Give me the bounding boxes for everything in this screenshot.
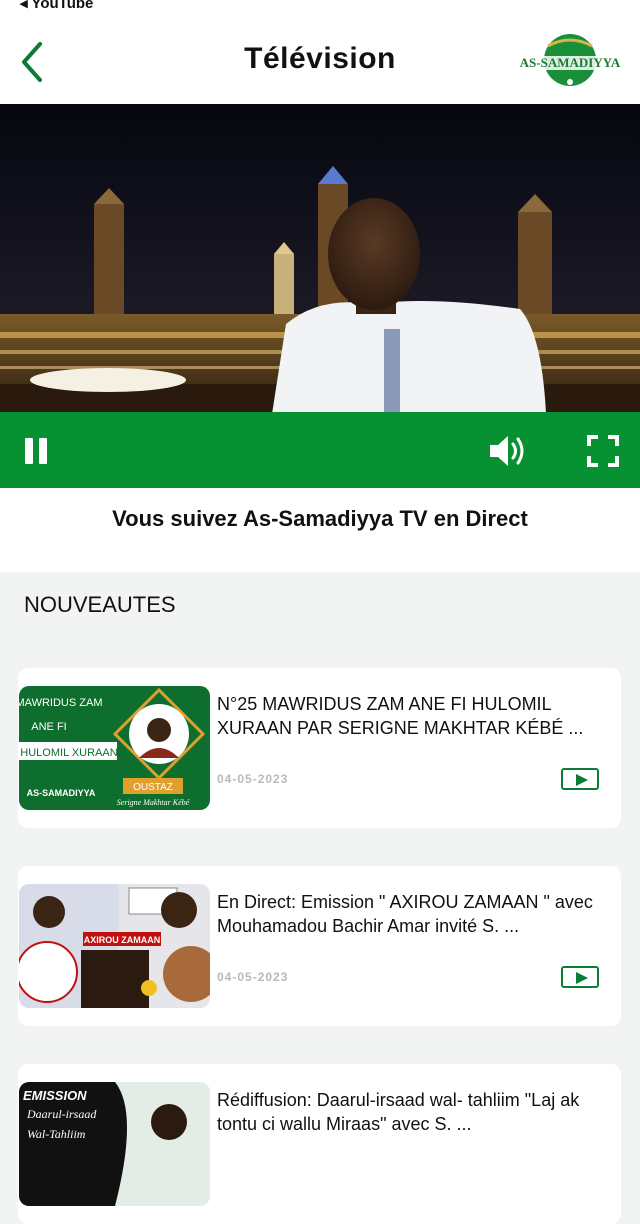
svg-text:AS-SAMADIYYA: AS-SAMADIYYA — [27, 788, 96, 798]
video-card[interactable]: EMISSION Daarul-irsaad Wal-Tahliim Rédif… — [18, 1064, 621, 1224]
svg-text:Serigne Makhtar Kébé: Serigne Makhtar Kébé — [117, 798, 190, 807]
play-button[interactable] — [561, 966, 599, 988]
play-icon — [576, 774, 588, 786]
app-header: Télévision AS-SAMADIYYA — [0, 14, 640, 104]
status-bar: ◂ YouTube — [0, 0, 640, 14]
video-player[interactable] — [0, 104, 640, 414]
video-date: 04-05-2023 — [217, 772, 289, 786]
video-card[interactable]: MAWRIDUS ZAM ANE FI HULOMIL XURAAN OUSTA… — [18, 668, 621, 828]
pause-icon — [25, 438, 47, 464]
svg-text:ANE FI: ANE FI — [31, 721, 66, 733]
video-title: N°25 MAWRIDUS ZAM ANE FI HULOMIL XURAAN … — [217, 694, 584, 738]
fullscreen-icon — [587, 435, 619, 467]
svg-text:AXIROU ZAMAAN: AXIROU ZAMAAN — [84, 935, 161, 945]
live-caption-area: Vous suivez As-Samadiyya TV en Direct — [0, 488, 640, 572]
play-icon — [576, 972, 588, 984]
video-thumbnail: EMISSION Daarul-irsaad Wal-Tahliim — [19, 1082, 210, 1206]
svg-text:Wal-Tahliim: Wal-Tahliim — [27, 1127, 86, 1141]
section-title: NOUVEAUTES — [24, 592, 176, 617]
svg-text:MAWRIDUS ZAM: MAWRIDUS ZAM — [19, 697, 102, 709]
svg-text:HULOMIL XURAAN: HULOMIL XURAAN — [20, 747, 117, 759]
live-caption: Vous suivez As-Samadiyya TV en Direct — [112, 506, 528, 531]
player-controls — [0, 412, 640, 488]
video-thumbnail: MAWRIDUS ZAM ANE FI HULOMIL XURAAN OUSTA… — [19, 686, 210, 810]
svg-text:EMISSION: EMISSION — [23, 1088, 87, 1103]
video-card[interactable]: AXIROU ZAMAAN En Direct: Emission " AXIR… — [18, 866, 621, 1026]
video-thumbnail: AXIROU ZAMAAN — [19, 884, 210, 1008]
svg-text:Daarul-irsaad: Daarul-irsaad — [26, 1107, 97, 1121]
video-title: Rédiffusion: Daarul-irsaad wal- tahliim … — [217, 1090, 580, 1134]
fullscreen-button[interactable] — [586, 434, 620, 468]
video-frame — [0, 104, 640, 414]
back-to-app-link[interactable]: ◂ YouTube — [20, 0, 93, 12]
pause-button[interactable] — [22, 434, 52, 468]
logo-text: AS-SAMADIYYA — [520, 55, 621, 70]
video-title: En Direct: Emission " AXIROU ZAMAAN " av… — [217, 892, 593, 936]
video-date: 04-05-2023 — [217, 970, 289, 984]
svg-text:OUSTAZ: OUSTAZ — [133, 782, 173, 793]
volume-button[interactable] — [488, 432, 528, 470]
volume-icon — [490, 436, 524, 466]
as-samadiyya-logo: AS-SAMADIYYA — [518, 32, 622, 90]
play-button[interactable] — [561, 768, 599, 790]
